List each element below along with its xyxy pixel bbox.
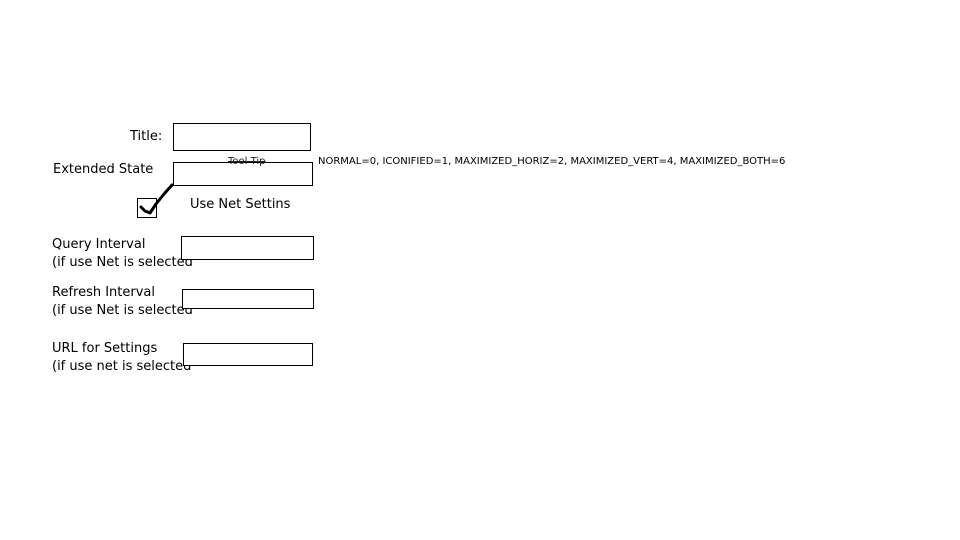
use-net-label: Use Net Settins xyxy=(190,197,291,212)
extended-state-label: Extended State xyxy=(53,162,154,177)
title-input[interactable] xyxy=(173,123,311,151)
query-interval-input[interactable] xyxy=(181,236,314,260)
extended-state-hint: NORMAL=0, ICONIFIED=1, MAXIMIZED_HORIZ=2… xyxy=(318,156,786,167)
query-interval-note: (if use Net is selected xyxy=(52,255,193,270)
title-label: Title: xyxy=(130,129,163,144)
url-settings-input[interactable] xyxy=(183,343,313,366)
refresh-interval-label: Refresh Interval xyxy=(52,285,156,300)
refresh-interval-input[interactable] xyxy=(182,289,314,309)
url-settings-note: (if use net is selected xyxy=(52,359,192,374)
refresh-interval-note: (if use Net is selected xyxy=(52,303,193,318)
tooltip-label: Tool Tip xyxy=(228,156,266,167)
checkmark-icon xyxy=(139,183,174,215)
url-settings-label: URL for Settings xyxy=(52,341,158,356)
query-interval-label: Query Interval xyxy=(52,237,146,252)
